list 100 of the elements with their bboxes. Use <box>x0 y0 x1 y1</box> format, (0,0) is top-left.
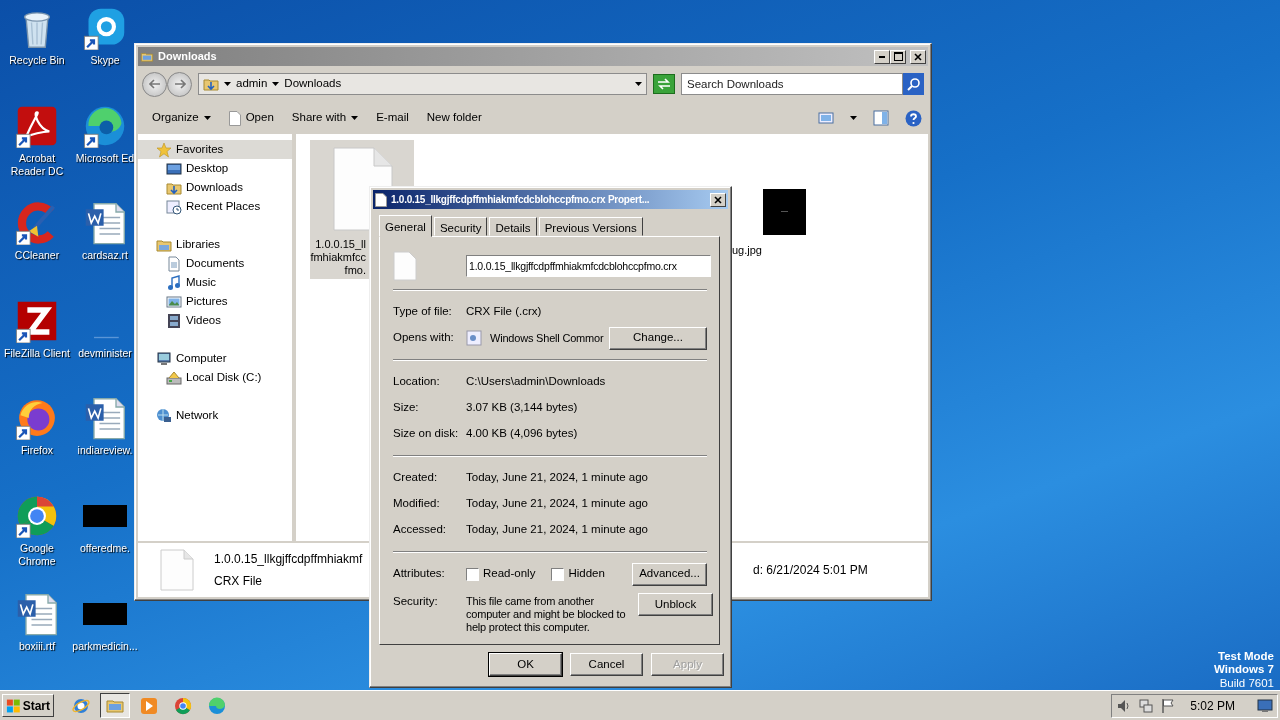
dropdown-caret-icon <box>635 82 642 87</box>
word-document-icon[interactable] <box>83 396 127 441</box>
checkbox[interactable]: Read-only <box>466 565 536 583</box>
file-item[interactable]: ug.jpg <box>732 140 836 279</box>
maximize-button[interactable] <box>890 49 906 64</box>
sidebar-icon <box>166 293 182 310</box>
sidebar-item[interactable]: Music <box>138 273 292 292</box>
system-notice: Build 7601 <box>1218 676 1274 690</box>
toolbar-button[interactable]: E-mail <box>368 106 417 130</box>
view-caret-icon <box>850 116 857 120</box>
sidebar-item[interactable]: Videos <box>138 311 292 330</box>
close-icon <box>714 195 722 204</box>
date-modified: d: 6/21/2024 5:01 PM <box>753 562 868 579</box>
breadcrumb-item[interactable]: admin <box>236 75 268 93</box>
word-document-icon[interactable] <box>15 591 59 636</box>
show-desktop-icon[interactable] <box>1257 698 1273 713</box>
sidebar-item[interactable]: Recent Places <box>138 197 292 216</box>
sidebar-item[interactable]: Local Disk (C:) <box>138 368 292 387</box>
sidebar-item[interactable]: Favorites <box>138 140 292 159</box>
dialog-button[interactable]: Cancel <box>570 653 643 676</box>
tab[interactable]: Security <box>433 217 488 236</box>
sidebar-item[interactable]: Desktop <box>138 159 292 178</box>
icon-label: FileZilla Client <box>4 346 70 360</box>
file-type: CRX File <box>214 573 262 590</box>
network-icon[interactable] <box>1138 697 1155 714</box>
icon-label: boxiii.rtf <box>18 639 56 653</box>
preview-pane-icon[interactable] <box>873 110 889 126</box>
back-arrow-icon <box>148 79 161 89</box>
sidebar-icon <box>156 407 172 424</box>
round-logo-icon <box>173 695 193 716</box>
sidebar-icon <box>166 312 182 329</box>
help-icon[interactable] <box>905 109 922 127</box>
address-bar[interactable]: admin Downloads <box>198 73 647 95</box>
sidebar-item[interactable]: Libraries <box>138 235 292 254</box>
file-icon <box>393 251 417 281</box>
property-value: Today, June 21, 2024, 1 minute ago <box>466 470 649 486</box>
property-value: Windows Shell Commor <box>490 330 604 346</box>
dialog-button[interactable]: OK <box>489 653 562 676</box>
back-button[interactable] <box>142 71 167 97</box>
file-name: 1.0.0.15_llkgjffcdpffmhiakmf <box>214 551 363 568</box>
sidebar-item[interactable]: Network <box>138 406 292 425</box>
caret-icon <box>224 82 231 86</box>
caret-icon <box>351 116 359 120</box>
word-document-icon[interactable] <box>83 201 127 246</box>
forward-button[interactable] <box>167 71 192 97</box>
property-value: CRX File (.crx) <box>466 304 543 320</box>
advanced-button[interactable]: Advanced... <box>632 562 707 586</box>
search-button[interactable] <box>903 73 924 95</box>
swirl-logo-icon <box>207 695 227 716</box>
taskbar-button[interactable] <box>100 693 130 718</box>
icon-label: devminister <box>78 346 132 360</box>
property-label: Size: <box>393 400 420 416</box>
property-label: Type of file: <box>393 304 453 320</box>
system-notice: Test Mode <box>1217 649 1274 663</box>
maximize-icon <box>893 52 903 61</box>
image-thumbnail <box>762 189 806 235</box>
close-button[interactable] <box>710 192 726 207</box>
toolbar-button[interactable]: Share with <box>283 106 367 130</box>
property-value: 3.07 KB (3,144 bytes) <box>466 400 579 416</box>
toolbar-button[interactable]: New folder <box>418 106 490 130</box>
file-icon <box>160 549 194 591</box>
search-icon <box>906 77 921 91</box>
app-icon <box>466 330 482 346</box>
icon-label: parkmedicin... <box>72 639 138 653</box>
unblock-button[interactable]: Unblock <box>638 593 713 616</box>
icon-label: CCleaner <box>14 249 60 263</box>
checkbox[interactable]: Hidden <box>551 565 605 583</box>
icon-label: Acrobat Reader DC <box>10 151 64 178</box>
property-label: Accessed: <box>393 522 448 538</box>
sidebar-item[interactable]: Downloads <box>138 178 292 197</box>
start-button[interactable]: Start <box>2 694 54 717</box>
minimize-button[interactable] <box>874 49 890 64</box>
sidebar-icon <box>156 141 172 158</box>
chat-app-icon[interactable] <box>83 6 127 50</box>
icon-label: Skype <box>90 54 120 67</box>
sidebar-item[interactable]: Documents <box>138 254 292 273</box>
property-label: Security: <box>393 594 439 609</box>
system-notice: Windows 7 <box>1214 663 1274 677</box>
minimize-icon <box>879 55 885 58</box>
breadcrumb-item[interactable]: Downloads <box>284 75 342 93</box>
sidebar-item[interactable]: Computer <box>138 349 292 368</box>
security-note: This file came from another computer and might be blocked to help protect this computer. <box>466 594 627 634</box>
refresh-icon[interactable] <box>653 74 675 94</box>
toolbar-button[interactable]: Organize <box>144 106 219 130</box>
flag-icon[interactable] <box>1160 697 1177 714</box>
close-button[interactable] <box>910 49 926 64</box>
sidebar-icon <box>166 255 182 272</box>
file-icon <box>228 110 241 126</box>
tab[interactable]: Details <box>489 217 537 236</box>
toolbar-button[interactable]: Open <box>220 106 282 130</box>
tab[interactable]: Previous Versions <box>538 217 643 236</box>
window-title: Downloads <box>158 49 217 65</box>
property-value: Today, June 21, 2024, 1 minute ago <box>466 522 649 538</box>
icon-label: indiareview. <box>77 444 133 458</box>
file-name-field[interactable]: 1.0.0.15_llkgjffcdpffmhiakmfcdcblohccpfmo.crx <box>466 255 711 277</box>
change-button[interactable]: Change... <box>609 326 707 350</box>
sidebar-item[interactable]: Pictures <box>138 292 292 311</box>
search-field[interactable]: Search Downloads <box>681 73 903 95</box>
tab[interactable]: General <box>379 215 432 237</box>
sidebar-icon <box>166 160 182 177</box>
